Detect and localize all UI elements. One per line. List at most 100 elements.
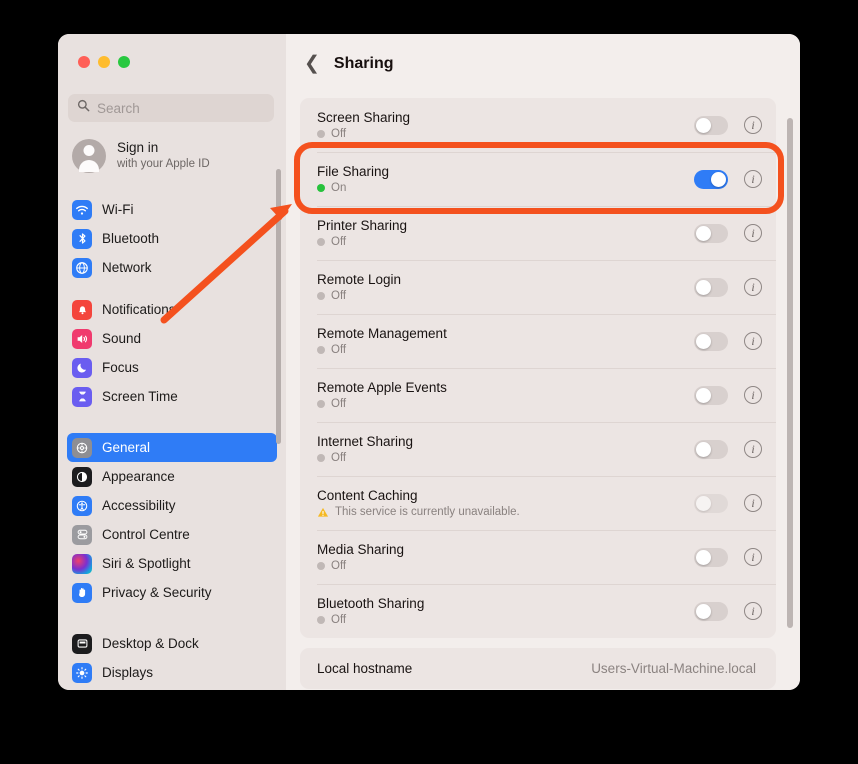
service-row-media-sharing[interactable]: Media Sharing Off i [300,530,776,584]
hand-raised-icon [72,582,92,603]
chevron-left-icon[interactable]: ❮ [304,54,320,73]
status-text: Off [331,398,347,410]
sidebar-item-siri-spotlight[interactable]: Siri & Spotlight [67,549,277,578]
service-row-remote-apple-events[interactable]: Remote Apple Events Off i [300,368,776,422]
info-icon[interactable]: i [744,602,762,620]
sidebar-item-accessibility[interactable]: Accessibility [67,491,277,520]
service-name: Remote Management [317,326,447,341]
status-dot-icon [317,454,325,462]
info-icon[interactable]: i [744,278,762,296]
sidebar-item-screen-time[interactable]: Screen Time [67,382,277,411]
sidebar-item-bluetooth[interactable]: Bluetooth [67,224,277,253]
bell-icon [72,299,92,320]
info-icon[interactable]: i [744,548,762,566]
info-icon[interactable]: i [744,224,762,242]
window-traffic-lights [78,56,130,68]
info-icon[interactable]: i [744,494,762,512]
info-icon[interactable]: i [744,440,762,458]
service-row-content-caching[interactable]: Content Caching This service is currentl… [300,476,776,530]
service-row-bluetooth-sharing[interactable]: Bluetooth Sharing Off i [300,584,776,638]
service-toggle[interactable] [694,331,728,351]
person-avatar-icon [72,139,106,173]
sidebar-item-label: Displays [102,665,154,680]
service-toggle[interactable] [694,439,728,459]
minimize-window-button[interactable] [98,56,110,68]
service-toggle[interactable] [694,277,728,297]
sidebar-item-wifi[interactable]: Wi-Fi [67,195,277,224]
service-name: Screen Sharing [317,110,411,125]
service-toggle[interactable] [694,169,728,189]
page-title: Sharing [333,54,394,72]
status-dot-icon [317,184,325,192]
service-toggle[interactable] [694,385,728,405]
sidebar-item-displays[interactable]: Displays [67,658,277,687]
service-toggle[interactable] [694,493,728,513]
status-dot-icon [317,400,325,408]
sidebar-item-control-centre[interactable]: Control Centre [67,520,277,549]
service-toggle[interactable] [694,547,728,567]
sidebar-item-privacy-security[interactable]: Privacy & Security [67,578,277,607]
info-icon[interactable]: i [744,332,762,350]
close-window-button[interactable] [78,56,90,68]
service-row-printer-sharing[interactable]: Printer Sharing Off i [300,206,776,260]
service-row-remote-login[interactable]: Remote Login Off i [300,260,776,314]
info-icon[interactable]: i [744,386,762,404]
service-status: Off [317,614,694,626]
bluetooth-icon [72,228,92,249]
status-dot-icon [317,562,325,570]
sidebar-item-label: Siri & Spotlight [102,556,191,571]
zoom-window-button[interactable] [118,56,130,68]
service-row-file-sharing[interactable]: File Sharing On i [300,152,776,206]
service-text: Remote Management Off [317,326,694,356]
sidebar-item-focus[interactable]: Focus [67,353,277,382]
service-row-screen-sharing[interactable]: Screen Sharing Off i [300,98,776,152]
service-status: Off [317,344,694,356]
sidebar-scrollbar[interactable] [276,169,281,444]
screenshot-stage: Search Sign in with your Apple ID Wi-Fi … [0,0,858,764]
sidebar-item-sound[interactable]: Sound [67,324,277,353]
info-icon[interactable]: i [744,116,762,134]
service-toggle[interactable] [694,115,728,135]
sidebar-item-label: Accessibility [102,498,176,513]
status-text: Off [331,236,347,248]
local-hostname-value: Users-Virtual-Machine.local [591,661,756,676]
sidebar-item-desktop-dock[interactable]: Desktop & Dock [67,629,277,658]
status-text: Off [331,128,347,140]
search-input[interactable]: Search [68,94,274,122]
contrast-circle-icon [72,466,92,487]
sidebar-item-label: Sound [102,331,142,346]
services-scroll-area[interactable]: Screen Sharing Off i File Sharing On i P… [286,98,800,690]
service-status: This service is currently unavailable. [317,506,694,518]
main-content-pane: ❮ Sharing Screen Sharing Off i File Shar… [286,34,800,690]
status-dot-icon [317,616,325,624]
info-icon[interactable]: i [744,170,762,188]
status-dot-icon [317,130,325,138]
search-placeholder: Search [97,100,140,116]
sidebar-item-apple-id[interactable]: Sign in with your Apple ID [58,130,286,182]
main-scrollbar[interactable] [787,118,793,628]
local-hostname-row[interactable]: Local hostname Users-Virtual-Machine.loc… [300,648,776,689]
sidebar-item-appearance[interactable]: Appearance [67,462,277,491]
service-toggle[interactable] [694,223,728,243]
service-status: Off [317,398,694,410]
accessibility-icon [72,495,92,516]
status-text: Off [331,614,347,626]
service-toggle[interactable] [694,601,728,621]
service-name: Content Caching [317,488,418,503]
service-name: Remote Apple Events [317,380,447,395]
sidebar-scroll-area[interactable]: Sign in with your Apple ID Wi-Fi Bluetoo… [58,130,286,690]
status-text: Off [331,344,347,356]
sidebar-item-network[interactable]: Network [67,253,277,282]
wifi-icon [72,199,92,220]
service-row-remote-management[interactable]: Remote Management Off i [300,314,776,368]
sidebar-item-general[interactable]: General [67,433,277,462]
sidebar-item-label: Screen Time [102,389,178,404]
siri-icon [72,553,92,574]
service-text: Media Sharing Off [317,542,694,572]
sidebar-item-label: Control Centre [102,527,190,542]
service-row-internet-sharing[interactable]: Internet Sharing Off i [300,422,776,476]
sidebar-item-notifications[interactable]: Notifications [67,295,277,324]
sidebar-item-label: Focus [102,360,139,375]
